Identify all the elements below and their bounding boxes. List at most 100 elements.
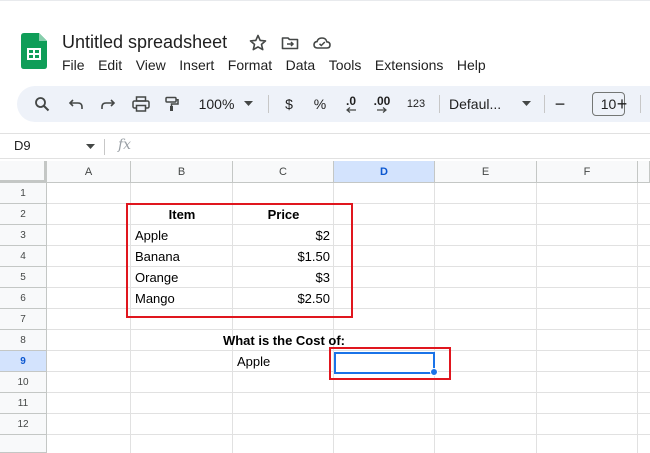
row-header-12[interactable]: 12 bbox=[0, 414, 47, 435]
sheet-grid: A B C D E F 1 2 3 4 5 6 7 8 9 10 11 12 I… bbox=[0, 161, 650, 453]
format-percent-button[interactable]: % bbox=[310, 86, 330, 122]
more-formats-button[interactable]: 123 bbox=[403, 86, 429, 122]
toolbar-divider bbox=[640, 95, 641, 113]
gridline bbox=[434, 183, 435, 453]
toolbar-divider bbox=[544, 95, 545, 113]
select-all-corner[interactable] bbox=[0, 161, 47, 183]
row-header-4[interactable]: 4 bbox=[0, 246, 47, 267]
print-icon bbox=[132, 96, 150, 112]
undo-button[interactable] bbox=[65, 86, 87, 122]
table-cell-price[interactable]: $3 bbox=[233, 267, 334, 288]
row-header-5[interactable]: 5 bbox=[0, 267, 47, 288]
menu-format[interactable]: Format bbox=[228, 57, 272, 77]
decrease-decimal-button[interactable]: .0 bbox=[339, 86, 363, 122]
menu-tools[interactable]: Tools bbox=[329, 57, 362, 77]
table-cell-price[interactable]: $2 bbox=[233, 225, 334, 246]
toolbar-divider bbox=[268, 95, 269, 113]
active-cell-d9[interactable] bbox=[334, 352, 435, 374]
chevron-down-icon[interactable] bbox=[86, 144, 95, 150]
redo-icon bbox=[101, 99, 116, 109]
row-header-8[interactable]: 8 bbox=[0, 330, 47, 351]
toolbar: 100% $ % .0 .00 123 Defaul... − 10 + bbox=[17, 86, 650, 122]
row-header-10[interactable]: 10 bbox=[0, 372, 47, 393]
menu-bar: File Edit View Insert Format Data Tools … bbox=[62, 57, 499, 77]
column-header-e[interactable]: E bbox=[435, 161, 537, 183]
decrease-font-size-button[interactable]: − bbox=[551, 86, 569, 122]
redo-button[interactable] bbox=[97, 86, 119, 122]
chevron-down-icon bbox=[244, 101, 254, 106]
gridline bbox=[47, 413, 650, 414]
increase-font-size-button[interactable]: + bbox=[613, 86, 631, 122]
gridline bbox=[536, 183, 537, 453]
fx-icon: fx bbox=[118, 137, 132, 153]
formula-divider bbox=[104, 139, 105, 155]
minus-label: − bbox=[554, 93, 566, 114]
menu-edit[interactable]: Edit bbox=[98, 57, 122, 77]
arrow-right-icon bbox=[377, 107, 387, 113]
menu-data[interactable]: Data bbox=[286, 57, 316, 77]
title-bar: Untitled spreadsheet File Edit View Inse… bbox=[0, 0, 650, 84]
percent-label: % bbox=[313, 96, 327, 112]
column-header-g[interactable] bbox=[638, 161, 650, 183]
row-header-3[interactable]: 3 bbox=[0, 225, 47, 246]
zoom-select[interactable]: 100% bbox=[195, 86, 257, 122]
name-box[interactable]: D9 bbox=[14, 138, 31, 153]
search-menus-button[interactable] bbox=[31, 86, 53, 122]
zoom-value: 100% bbox=[198, 96, 235, 112]
table-cell-price[interactable]: $1.50 bbox=[233, 246, 334, 267]
menu-insert[interactable]: Insert bbox=[179, 57, 214, 77]
table-cell-price[interactable]: $2.50 bbox=[233, 288, 334, 309]
gridline bbox=[47, 392, 650, 393]
move-folder-icon[interactable] bbox=[280, 33, 300, 53]
row-header-7[interactable]: 7 bbox=[0, 309, 47, 330]
formula-bar: D9 fx bbox=[0, 133, 650, 159]
print-button[interactable] bbox=[129, 86, 153, 122]
menu-view[interactable]: View bbox=[136, 57, 166, 77]
increase-decimal-label: .00 bbox=[373, 94, 391, 108]
sheets-logo-icon[interactable] bbox=[21, 33, 47, 69]
gridline bbox=[637, 183, 638, 453]
question-value[interactable]: Apple bbox=[233, 351, 334, 372]
row-header-6[interactable]: 6 bbox=[0, 288, 47, 309]
increase-decimal-button[interactable]: .00 bbox=[369, 86, 395, 122]
table-cell-item[interactable]: Mango bbox=[131, 288, 233, 309]
search-icon bbox=[35, 97, 50, 112]
table-header-price[interactable]: Price bbox=[233, 204, 334, 225]
chevron-down-icon bbox=[522, 101, 531, 106]
column-header-a[interactable]: A bbox=[47, 161, 131, 183]
gridline bbox=[47, 434, 650, 435]
currency-label: $ bbox=[285, 96, 293, 112]
font-family-value: Defaul... bbox=[449, 96, 502, 112]
question-label[interactable]: What is the Cost of: bbox=[183, 330, 385, 351]
cloud-status-icon[interactable] bbox=[312, 33, 332, 53]
table-header-item[interactable]: Item bbox=[131, 204, 233, 225]
number-format-label: 123 bbox=[406, 98, 426, 110]
toolbar-divider bbox=[439, 95, 440, 113]
row-header-9[interactable]: 9 bbox=[0, 351, 47, 372]
column-header-b[interactable]: B bbox=[131, 161, 233, 183]
table-cell-item[interactable]: Orange bbox=[131, 267, 233, 288]
menu-file[interactable]: File bbox=[62, 57, 85, 77]
plus-label: + bbox=[616, 93, 628, 114]
paint-format-button[interactable] bbox=[161, 86, 183, 122]
column-header-c[interactable]: C bbox=[233, 161, 334, 183]
undo-icon bbox=[68, 99, 83, 109]
column-header-f[interactable]: F bbox=[537, 161, 638, 183]
fill-handle[interactable] bbox=[430, 368, 438, 376]
row-header-2[interactable]: 2 bbox=[0, 204, 47, 225]
paint-format-icon bbox=[165, 96, 179, 111]
arrow-left-icon bbox=[346, 107, 356, 113]
column-header-d[interactable]: D bbox=[334, 161, 435, 183]
menu-extensions[interactable]: Extensions bbox=[375, 57, 443, 77]
row-header-13[interactable] bbox=[0, 435, 47, 453]
row-header-11[interactable]: 11 bbox=[0, 393, 47, 414]
table-cell-item[interactable]: Apple bbox=[131, 225, 233, 246]
decrease-decimal-label: .0 bbox=[345, 94, 356, 108]
table-cell-item[interactable]: Banana bbox=[131, 246, 233, 267]
document-title[interactable]: Untitled spreadsheet bbox=[62, 32, 227, 53]
format-currency-button[interactable]: $ bbox=[279, 86, 299, 122]
menu-help[interactable]: Help bbox=[457, 57, 486, 77]
row-header-1[interactable]: 1 bbox=[0, 183, 47, 204]
star-icon[interactable] bbox=[248, 33, 268, 53]
font-family-select[interactable]: Defaul... bbox=[449, 86, 531, 122]
